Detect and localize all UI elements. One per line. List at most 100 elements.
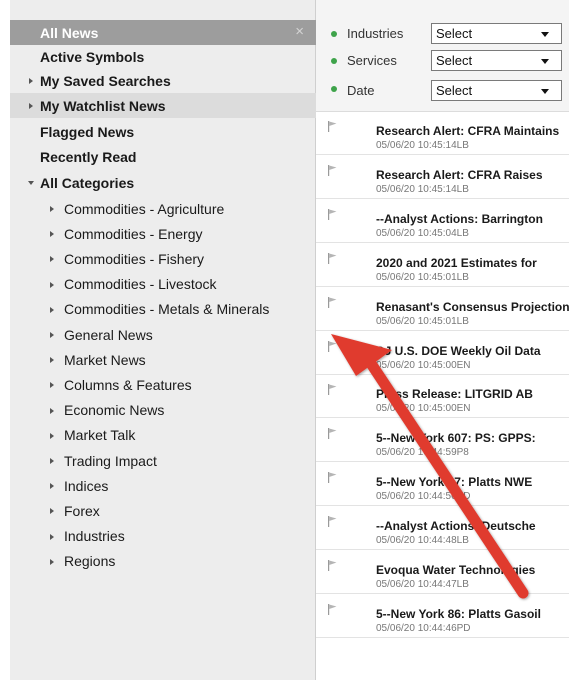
sidebar-category-item[interactable]: General News [10,322,316,347]
sidebar-category-item[interactable]: Market News [10,347,316,372]
sidebar-item-label: All News [40,24,99,41]
news-headline[interactable]: Research Alert: CFRA Maintains [376,124,559,138]
sidebar-category-label: Forex [64,502,100,519]
sidebar-category-label: Market Talk [64,427,136,444]
expand-arrow-icon[interactable] [50,281,54,288]
sidebar-category-label: Commodities - Livestock [64,276,217,293]
sidebar-item-label: Active Symbols [40,48,145,65]
expand-arrow-icon[interactable] [50,231,54,238]
news-headline[interactable]: Research Alert: CFRA Raises [376,168,543,182]
news-list-item[interactable]: DJ U.S. DOE Weekly Oil Data 05/06/20 10:4… [316,332,569,375]
filter-label: Date [347,83,375,98]
sidebar-item-my-saved-searches[interactable]: My Saved Searches [10,68,316,93]
filter-label: Services [347,53,397,68]
news-list-item[interactable]: Research Alert: CFRA Maintains 05/06/20 1… [316,113,569,155]
news-timestamp: 05/06/20 10:45:00EN [376,359,471,371]
news-list-item[interactable]: Renasant's Consensus Projections 05/06/20… [316,288,569,331]
close-icon[interactable]: × [295,23,304,40]
expand-arrow-icon[interactable] [50,508,54,515]
news-list-item[interactable]: --Analyst Actions: Barrington 05/06/20 10… [316,200,569,243]
sidebar-category-label: Commodities - Energy [64,225,203,242]
date-select[interactable]: Select [431,80,562,101]
expand-arrow-icon[interactable] [50,256,54,263]
services-select[interactable]: Select [431,50,562,71]
news-headline[interactable]: --Analyst Actions: Barrington [376,212,543,226]
expand-arrow-icon[interactable] [29,103,33,109]
sidebar-item-all-categories[interactable]: All Categories [10,170,316,195]
expand-arrow-icon[interactable] [29,78,33,84]
flag-icon[interactable] [328,384,337,396]
expand-arrow-icon[interactable] [50,558,54,565]
news-headline[interactable]: 5--New York 86: Platts Gasoil [376,607,541,621]
expand-arrow-icon[interactable] [50,306,54,313]
expand-arrow-icon[interactable] [50,382,54,389]
status-dot-icon [331,31,337,37]
sidebar-category-item[interactable]: Commodities - Metals & Minerals [10,297,316,322]
sidebar-category-item[interactable]: Commodities - Energy [10,221,316,246]
expand-arrow-icon[interactable] [50,533,54,540]
sidebar-category-item[interactable]: Regions [10,549,316,574]
flag-icon[interactable] [328,428,337,440]
collapse-arrow-icon[interactable] [28,181,34,185]
expand-arrow-icon[interactable] [50,458,54,464]
flag-icon[interactable] [328,516,337,528]
expand-arrow-icon[interactable] [50,357,54,364]
flag-icon[interactable] [328,121,337,132]
sidebar-item-recently-read[interactable]: Recently Read [10,144,316,169]
flag-icon[interactable] [328,252,337,264]
news-list-item[interactable]: 2020 and 2021 Estimates for 05/06/20 10:4… [316,244,569,287]
news-timestamp: 05/06/20 10:45:01LB [376,271,469,283]
sidebar-item-active-symbols[interactable]: Active Symbols [10,44,316,69]
expand-arrow-icon[interactable] [50,432,54,439]
sidebar-category-item[interactable]: Market Talk [10,423,316,448]
sidebar-category-item[interactable]: Industries [10,524,316,549]
flag-icon[interactable] [328,296,337,308]
flag-icon[interactable] [328,340,337,352]
chevron-down-icon [541,89,549,94]
sidebar-category-item[interactable]: Economic News [10,398,316,423]
sidebar-item-label: Recently Read [40,148,137,165]
news-list-item[interactable]: 5--New York 87: Platts NWE 05/06/20 10:44… [316,464,569,507]
expand-arrow-icon[interactable] [50,206,54,212]
flag-icon[interactable] [328,472,337,484]
news-headline[interactable]: Evoqua Water Technologies [376,563,535,577]
sidebar-category-label: Trading Impact [64,452,157,469]
news-timestamp: 05/06/20 10:44:46PD [376,622,471,634]
expand-arrow-icon[interactable] [50,483,54,490]
sidebar-category-item[interactable]: Columns & Features [10,372,316,397]
news-headline[interactable]: Press Release: LITGRID AB [376,387,533,401]
sidebar-category-item[interactable]: Commodities - Fishery [10,246,316,271]
sidebar-category-item[interactable]: Commodities - Livestock [10,272,316,297]
news-list-item[interactable]: 5--New York 86: Platts Gasoil 05/06/20 10… [316,595,569,638]
news-list-item[interactable]: Press Release: LITGRID AB 05/06/20 10:45:… [316,376,569,419]
flag-icon[interactable] [328,164,337,176]
sidebar-category-item[interactable]: Indices [10,473,316,498]
news-list-item[interactable]: --Analyst Actions: Deutsche 05/06/20 10:4… [316,508,569,551]
sidebar-category-item[interactable]: Commodities - Agriculture [10,196,316,221]
sidebar-category-item[interactable]: Trading Impact [10,448,316,473]
flag-icon[interactable] [328,603,337,615]
news-timestamp: 05/06/20 10:44:59P8 [376,447,469,459]
sidebar-category-label: Indices [64,477,109,494]
sidebar-item-all-news[interactable]: All News × [10,20,316,45]
news-headline[interactable]: 5--New York 87: Platts NWE [376,475,532,489]
sidebar-item-flagged-news[interactable]: Flagged News [10,119,316,144]
news-headline[interactable]: DJ U.S. DOE Weekly Oil Data [376,344,541,358]
news-headline[interactable]: --Analyst Actions: Deutsche [376,519,536,533]
flag-icon[interactable] [328,208,337,220]
sidebar-category-item[interactable]: Forex [10,498,316,523]
news-headline[interactable]: 5--New York 607: PS: GPPS: [376,431,536,445]
news-timestamp: 05/06/20 10:45:14LB [376,183,469,195]
news-list-item[interactable]: Evoqua Water Technologies 05/06/20 10:44:… [316,552,569,594]
flag-icon[interactable] [328,560,337,571]
sidebar: All News × Active Symbols My Saved Searc… [0,0,316,680]
news-headline[interactable]: Renasant's Consensus Projections [376,300,569,314]
expand-arrow-icon[interactable] [50,407,54,414]
sidebar-item-my-watchlist-news[interactable]: My Watchlist News [10,93,316,118]
news-list-item[interactable]: 5--New York 607: PS: GPPS: 05/06/20 10:44… [316,420,569,463]
news-headline[interactable]: 2020 and 2021 Estimates for [376,256,537,270]
industries-select[interactable]: Select [431,23,562,44]
news-timestamp: 05/06/20 10:44:47LB [376,579,469,590]
expand-arrow-icon[interactable] [50,332,54,338]
news-list-item[interactable]: Research Alert: CFRA Raises 05/06/20 10:4… [316,156,569,199]
